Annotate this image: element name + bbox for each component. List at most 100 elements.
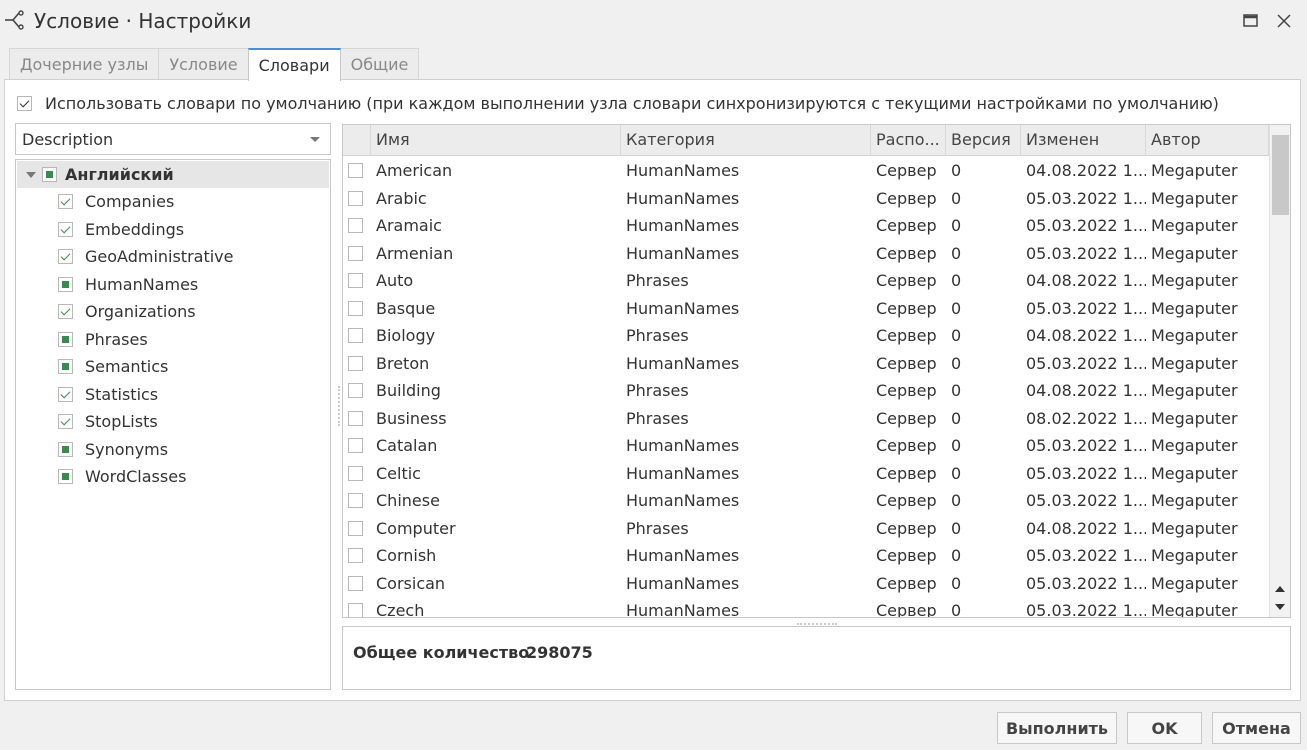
table-row[interactable]: Cornish HumanNames Сервер 0 05.03.2022 1... M…: [343, 542, 1269, 570]
row-checkbox[interactable]: [348, 218, 363, 234]
table-row[interactable]: Celtic HumanNames Сервер 0 05.03.2022 1... Me…: [343, 460, 1269, 488]
table-row[interactable]: Computer Phrases Сервер 0 04.08.2022 1... Meg…: [343, 515, 1269, 543]
cell-location: Сервер: [876, 518, 937, 538]
horizontal-splitter[interactable]: [797, 623, 837, 625]
tree-item-checkbox[interactable]: [58, 331, 73, 347]
scroll-up-icon[interactable]: [1275, 586, 1285, 592]
table-row[interactable]: Building Phrases Сервер 0 04.08.2022 1... Meg…: [343, 377, 1269, 405]
row-checkbox[interactable]: [348, 163, 363, 179]
tree-item-checkbox[interactable]: [58, 469, 73, 485]
use-defaults-row[interactable]: Использовать словари по умолчанию (при к…: [17, 92, 1219, 114]
tab-condition[interactable]: Условие: [158, 48, 249, 80]
row-checkbox[interactable]: [348, 603, 363, 617]
scrollbar-thumb[interactable]: [1272, 135, 1289, 215]
tab-dictionaries[interactable]: Словари: [247, 48, 341, 81]
tree-item-checkbox[interactable]: [58, 194, 73, 210]
table-row[interactable]: Business Phrases Сервер 0 08.02.2022 1... Meg…: [343, 405, 1269, 433]
cell-modified: 08.02.2022 1...: [1026, 408, 1146, 428]
tree-item-checkbox[interactable]: [58, 359, 73, 375]
tree-item[interactable]: StopLists: [16, 408, 328, 436]
cell-author: Megaputer: [1151, 436, 1238, 456]
table-row[interactable]: Aramaic HumanNames Сервер 0 05.03.2022 1... M…: [343, 212, 1269, 240]
row-checkbox[interactable]: [348, 273, 363, 289]
table-row[interactable]: Catalan HumanNames Сервер 0 05.03.2022 1... M…: [343, 432, 1269, 460]
table-row[interactable]: Chinese HumanNames Сервер 0 05.03.2022 1... M…: [343, 487, 1269, 515]
row-checkbox[interactable]: [348, 575, 363, 591]
tree-item-checkbox[interactable]: [58, 276, 73, 292]
table-row[interactable]: Arabic HumanNames Сервер 0 05.03.2022 1... Me…: [343, 185, 1269, 213]
cell-category: HumanNames: [626, 298, 740, 318]
cell-version: 0: [951, 463, 962, 483]
column-header-location[interactable]: Распо...: [871, 125, 946, 156]
row-checkbox[interactable]: [348, 520, 363, 536]
header-select-column[interactable]: [343, 125, 371, 156]
tree-item[interactable]: Semantics: [16, 353, 328, 381]
tree-item-checkbox[interactable]: [58, 386, 73, 402]
row-checkbox[interactable]: [348, 245, 363, 261]
cell-category: Phrases: [626, 408, 689, 428]
tab-child-nodes[interactable]: Дочерние узлы: [9, 48, 160, 80]
tree-item[interactable]: WordClasses: [16, 463, 328, 491]
maximize-icon[interactable]: [1242, 12, 1260, 30]
cell-author: Megaputer: [1151, 188, 1238, 208]
column-header-author[interactable]: Автор: [1146, 125, 1269, 156]
tree-item[interactable]: Statistics: [16, 381, 328, 409]
row-checkbox[interactable]: [348, 548, 363, 564]
tree-item-checkbox[interactable]: [58, 441, 73, 457]
tree-item[interactable]: GeoAdministrative: [16, 243, 328, 271]
table-row[interactable]: Breton HumanNames Сервер 0 05.03.2022 1... Me…: [343, 350, 1269, 378]
scroll-down-icon[interactable]: [1275, 604, 1285, 610]
cell-category: Phrases: [626, 518, 689, 538]
collapse-arrow-icon[interactable]: [26, 171, 36, 178]
table-row[interactable]: Czech HumanNames Сервер 0 05.03.2022 1... Meg…: [343, 597, 1269, 617]
tree-item[interactable]: Phrases: [16, 326, 328, 354]
cell-author: Megaputer: [1151, 353, 1238, 373]
close-icon[interactable]: [1275, 12, 1293, 30]
row-checkbox[interactable]: [348, 410, 363, 426]
cell-category: HumanNames: [626, 216, 740, 236]
row-checkbox[interactable]: [348, 383, 363, 399]
column-header-modified[interactable]: Изменен: [1021, 125, 1146, 156]
table-row[interactable]: Corsican HumanNames Сервер 0 05.03.2022 1...…: [343, 570, 1269, 598]
table-row[interactable]: American HumanNames Сервер 0 04.08.2022 1...…: [343, 157, 1269, 185]
run-button[interactable]: Выполнить: [997, 712, 1117, 744]
total-count-value: 298075: [526, 643, 593, 662]
row-checkbox[interactable]: [348, 438, 363, 454]
tree-root-english[interactable]: Английский: [17, 161, 329, 188]
tree-item-label: Companies: [85, 192, 175, 212]
table-row[interactable]: Basque HumanNames Сервер 0 05.03.2022 1... Me…: [343, 295, 1269, 323]
tab-general[interactable]: Общие: [339, 48, 420, 80]
tree-item-checkbox[interactable]: [58, 304, 73, 320]
cell-location: Сервер: [876, 271, 937, 291]
row-checkbox[interactable]: [348, 190, 363, 206]
cancel-button[interactable]: Отмена: [1212, 712, 1301, 744]
row-checkbox[interactable]: [348, 355, 363, 371]
tree-item-checkbox[interactable]: [58, 414, 73, 430]
field-dropdown[interactable]: Description: [15, 123, 331, 155]
table-row[interactable]: Armenian HumanNames Сервер 0 05.03.2022 1...…: [343, 240, 1269, 268]
row-checkbox[interactable]: [348, 300, 363, 316]
tree-item[interactable]: HumanNames: [16, 271, 328, 299]
column-header-name[interactable]: Имя: [371, 125, 621, 156]
row-checkbox[interactable]: [348, 328, 363, 344]
tree-item-checkbox[interactable]: [58, 249, 73, 265]
row-checkbox[interactable]: [348, 493, 363, 509]
cell-name: Auto: [376, 271, 414, 291]
column-header-version[interactable]: Версия: [946, 125, 1021, 156]
use-defaults-checkbox[interactable]: [17, 95, 32, 111]
tree-item-checkbox[interactable]: [58, 221, 73, 237]
dictionary-grid: Имя Категория Распо... Версия Изменен Ав…: [342, 124, 1291, 618]
table-row[interactable]: Auto Phrases Сервер 0 04.08.2022 1... Megaput…: [343, 267, 1269, 295]
tree-item-label: HumanNames: [85, 274, 199, 294]
row-checkbox[interactable]: [348, 465, 363, 481]
ok-button[interactable]: OK: [1127, 712, 1202, 744]
tree-item[interactable]: Organizations: [16, 298, 328, 326]
table-row[interactable]: Biology Phrases Сервер 0 04.08.2022 1... Mega…: [343, 322, 1269, 350]
column-header-category[interactable]: Категория: [621, 125, 871, 156]
vertical-scrollbar[interactable]: [1269, 125, 1290, 617]
tree-item[interactable]: Embeddings: [16, 216, 328, 244]
cell-category: Phrases: [626, 271, 689, 291]
tree-root-checkbox[interactable]: [42, 167, 57, 182]
tree-item[interactable]: Companies: [16, 188, 328, 216]
tree-item[interactable]: Synonyms: [16, 436, 328, 464]
